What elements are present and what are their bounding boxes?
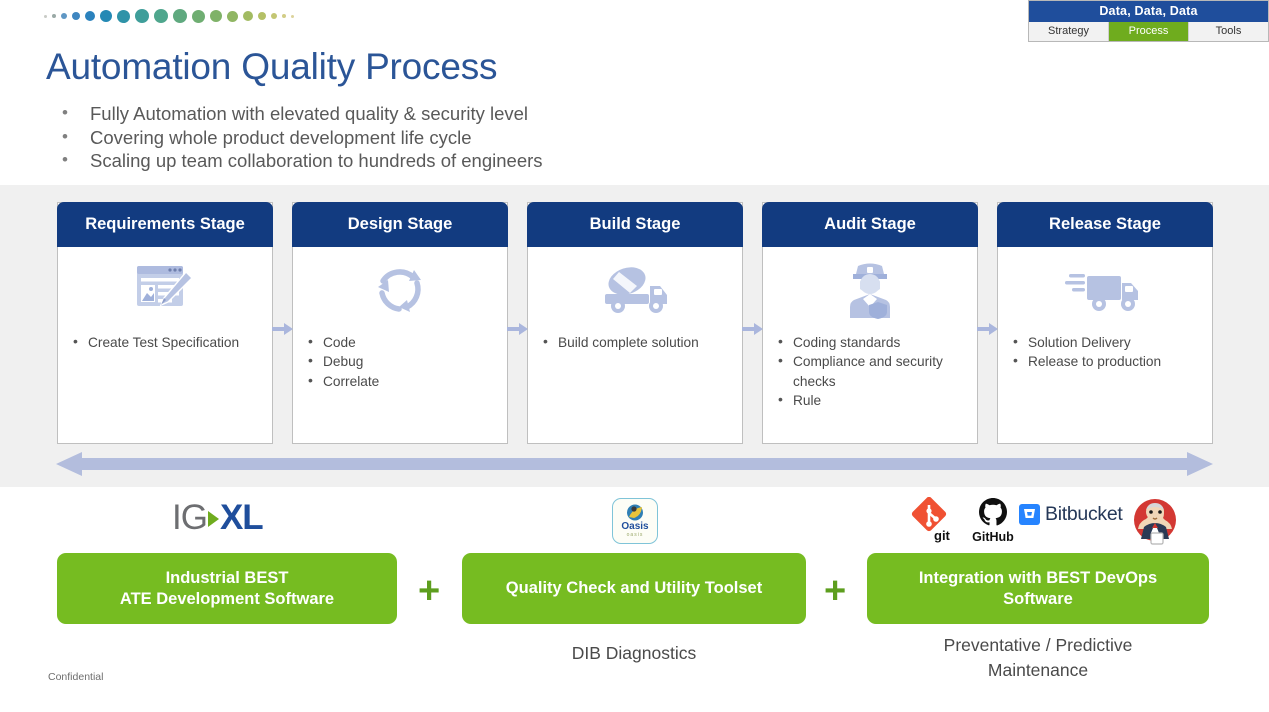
stage-card-items: Code Debug Correlate — [293, 333, 507, 391]
dot — [243, 11, 253, 21]
inspector-officer-icon — [763, 253, 977, 327]
oasis-logo-label: Oasis — [621, 522, 648, 532]
pill-line: Software — [919, 589, 1157, 610]
stage-item: Code — [305, 333, 499, 352]
dot — [85, 11, 95, 21]
caption-preventative-maintenance: Preventative / Predictive Maintenance — [867, 633, 1209, 683]
dot — [44, 15, 47, 18]
stage-card-title: Design Stage — [292, 202, 508, 247]
stage-item: Compliance and security checks — [775, 352, 969, 391]
dot — [210, 10, 222, 22]
nav-widget: Data, Data, Data Strategy Process Tools — [1028, 0, 1269, 42]
nav-widget-title: Data, Data, Data — [1029, 1, 1268, 22]
dot — [258, 12, 266, 20]
jenkins-butler-icon — [1132, 497, 1178, 545]
stage-connector-arrow-icon — [977, 322, 999, 336]
dot — [271, 13, 277, 19]
document-edit-icon — [58, 253, 272, 327]
caption-line: Preventative / Predictive — [867, 633, 1209, 658]
stage-card-items: Solution Delivery Release to production — [998, 333, 1212, 372]
stage-card-design[interactable]: Design Stage Code Debug Correlate — [292, 202, 508, 444]
stage-card-items: Coding standards Compliance and security… — [763, 333, 977, 410]
header-bullet-item: Fully Automation with elevated quality &… — [58, 103, 818, 126]
dot — [61, 13, 67, 19]
nav-widget-tabs: Strategy Process Tools — [1029, 22, 1268, 41]
nav-tab-tools[interactable]: Tools — [1189, 22, 1268, 41]
pill-line: ATE Development Software — [120, 589, 334, 610]
dot — [227, 11, 238, 22]
pill-industrial-best[interactable]: Industrial BEST ATE Development Software — [57, 553, 397, 624]
stage-item: Debug — [305, 352, 499, 371]
igxl-logo-arrow-icon — [208, 511, 219, 527]
oasis-logo: Oasis oasis — [612, 498, 658, 544]
caption-line: Maintenance — [867, 658, 1209, 683]
stage-card-title: Audit Stage — [762, 202, 978, 247]
dot — [72, 12, 80, 20]
nav-tab-process[interactable]: Process — [1109, 22, 1189, 41]
stage-item: Create Test Specification — [70, 333, 264, 352]
igxl-logo-suffix: XL — [220, 498, 263, 538]
dot — [173, 9, 187, 23]
pill-line: Quality Check and Utility Toolset — [506, 578, 762, 599]
bitbucket-logo-label: Bitbucket — [1045, 503, 1123, 526]
plus-separator-1: + — [418, 572, 440, 610]
dot — [291, 15, 294, 18]
stage-card-requirements[interactable]: Requirements Stage Create Test Specifica… — [57, 202, 273, 444]
igxl-logo-prefix: IG — [172, 498, 207, 538]
pill-quality-check[interactable]: Quality Check and Utility Toolset — [462, 553, 806, 624]
github-logo-label: GitHub — [968, 530, 1018, 544]
github-logo: GitHub — [968, 497, 1018, 543]
stage-card-title: Requirements Stage — [57, 202, 273, 247]
stage-item: Build complete solution — [540, 333, 734, 352]
stage-card-build[interactable]: Build Stage Build complete solution — [527, 202, 743, 444]
stage-connector-arrow-icon — [742, 322, 764, 336]
dot — [117, 10, 130, 23]
stage-card-items: Create Test Specification — [58, 333, 272, 352]
igxl-logo: IG XL — [172, 498, 263, 538]
oasis-globe-icon — [625, 504, 645, 521]
oasis-logo-sublabel: oasis — [627, 532, 644, 538]
caption-dib-diagnostics: DIB Diagnostics — [462, 641, 806, 666]
header-bullet-list: Fully Automation with elevated quality &… — [58, 103, 818, 174]
decorative-dot-strip — [44, 6, 294, 26]
dot — [192, 10, 205, 23]
page-title: Automation Quality Process — [46, 46, 497, 88]
stage-card-release[interactable]: Release Stage Solution Delivery Release … — [997, 202, 1213, 444]
dot — [52, 14, 56, 18]
pill-line: Industrial BEST — [120, 568, 334, 589]
stage-item: Solution Delivery — [1010, 333, 1204, 352]
caption-line: DIB Diagnostics — [462, 641, 806, 666]
pill-line: Integration with BEST DevOps — [919, 568, 1157, 589]
bitbucket-logo: Bitbucket — [1019, 503, 1123, 526]
stage-item: Coding standards — [775, 333, 969, 352]
stage-item: Rule — [775, 391, 969, 410]
stage-card-items: Build complete solution — [528, 333, 742, 352]
stage-card-title: Release Stage — [997, 202, 1213, 247]
stage-item: Correlate — [305, 372, 499, 391]
pill-integration-devops[interactable]: Integration with BEST DevOps Software — [867, 553, 1209, 624]
stage-item: Release to production — [1010, 352, 1204, 371]
header-bullet-item: Scaling up team collaboration to hundred… — [58, 150, 818, 173]
header-bullet-item: Covering whole product development life … — [58, 127, 818, 150]
github-octocat-icon — [978, 497, 1008, 527]
stage-connector-arrow-icon — [272, 322, 294, 336]
svg-text:git: git — [934, 528, 951, 543]
git-logo: git — [908, 497, 956, 543]
refresh-cycle-icon — [293, 253, 507, 327]
dot — [154, 9, 168, 23]
process-flow-double-arrow-icon — [56, 450, 1213, 478]
dot — [282, 14, 286, 18]
confidential-footer: Confidential — [48, 671, 103, 683]
plus-separator-2: + — [824, 572, 846, 610]
cement-mixer-truck-icon — [528, 253, 742, 327]
bitbucket-bucket-icon — [1019, 504, 1040, 525]
dot — [135, 9, 149, 23]
dot — [100, 10, 112, 22]
stage-card-audit[interactable]: Audit Stage Coding standards Compliance … — [762, 202, 978, 444]
delivery-truck-icon — [998, 253, 1212, 327]
stage-card-title: Build Stage — [527, 202, 743, 247]
stage-connector-arrow-icon — [507, 322, 529, 336]
nav-tab-strategy[interactable]: Strategy — [1029, 22, 1109, 41]
